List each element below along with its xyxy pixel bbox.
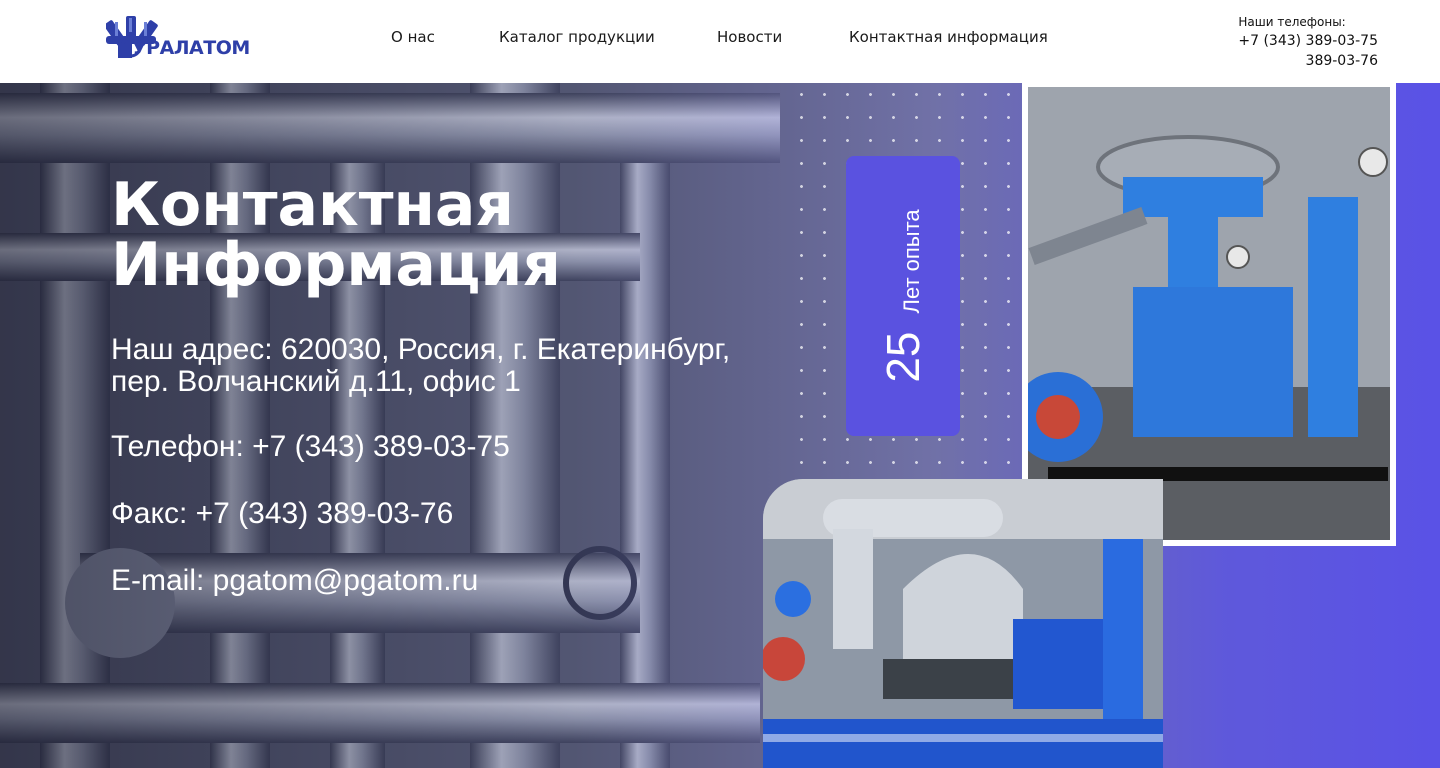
page-title: Контактная Информация <box>111 175 561 295</box>
contact-fax: Факс: +7 (343) 389-03-76 <box>111 497 454 530</box>
site-header: УРАЛАТОМ О нас Каталог продукции Новости… <box>0 0 1440 83</box>
compressor-image-2 <box>763 479 1163 768</box>
logo-text: УРАЛАТОМ <box>132 37 250 59</box>
experience-badge: 25 Лет опыта <box>846 156 960 436</box>
address-block: Наш адрес: 620030, Россия, г. Екатеринбу… <box>111 334 730 398</box>
phone-number-second[interactable]: 389-03-76 <box>1238 51 1378 71</box>
nav-item-about[interactable]: О нас <box>391 28 435 46</box>
experience-years: 25 <box>877 331 929 383</box>
address-line-2: пер. Волчанский д.11, офис 1 <box>111 365 521 398</box>
title-line-2: Информация <box>111 230 561 300</box>
contact-phone[interactable]: Телефон: +7 (343) 389-03-75 <box>111 431 510 463</box>
title-line-1: Контактная <box>111 170 514 240</box>
phones-label: Наши телефоны: <box>1238 15 1346 29</box>
contact-email[interactable]: E-mail: pgatom@pgatom.ru <box>111 565 478 597</box>
nav-item-catalog[interactable]: Каталог продукции <box>499 28 655 46</box>
hero-section: Контактная Информация Наш адрес: 620030,… <box>0 83 1440 768</box>
address-line-1: Наш адрес: 620030, Россия, г. Екатеринбу… <box>111 333 731 366</box>
phone-number-main[interactable]: +7 (343) 389-03-75 <box>1238 31 1378 51</box>
compressor-photo-2 <box>763 479 1163 768</box>
compressor-image-1 <box>1028 87 1390 540</box>
nav-item-contacts[interactable]: Контактная информация <box>849 28 1048 46</box>
compressor-photo-1 <box>1022 83 1396 546</box>
experience-label: Лет опыта <box>899 209 924 314</box>
company-logo[interactable]: УРАЛАТОМ <box>104 14 276 62</box>
header-phones: Наши телефоны: +7 (343) 389-03-75 389-03… <box>1238 15 1378 71</box>
nav-item-news[interactable]: Новости <box>717 28 782 46</box>
